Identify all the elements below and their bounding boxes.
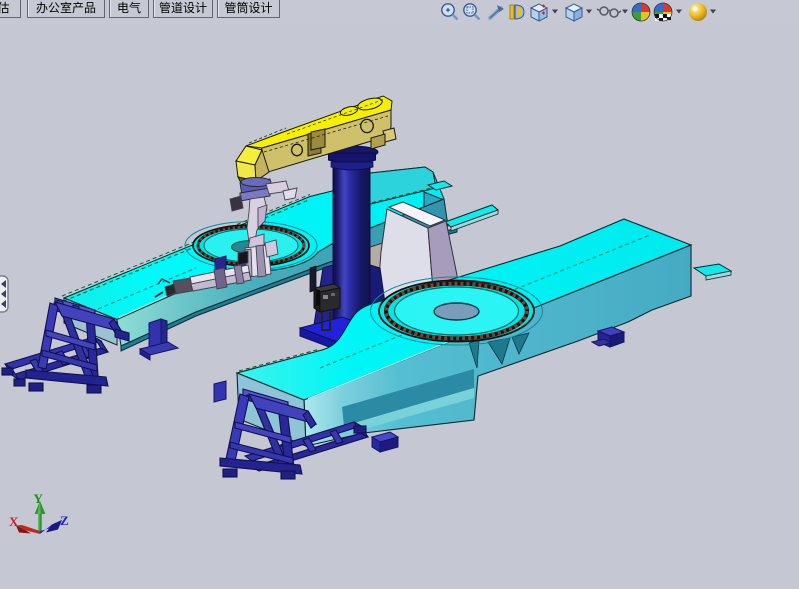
svg-text:X: X: [9, 514, 19, 529]
svg-text:Y: Y: [34, 491, 44, 506]
svg-text:Z: Z: [60, 513, 69, 528]
